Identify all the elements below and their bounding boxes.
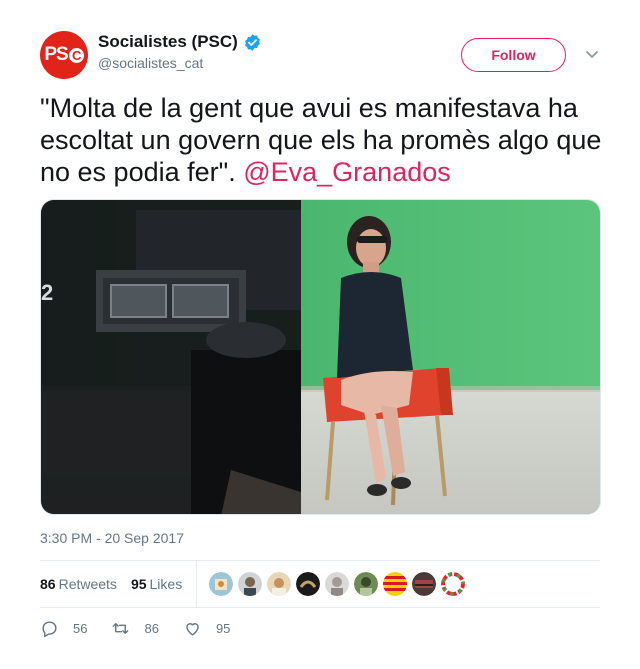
avatar-text-c: C [68,47,84,63]
action-bar: 56 86 95 [40,619,254,638]
liker-avatar-3[interactable] [267,572,292,596]
timestamp[interactable]: 3:30 PM - 20 Sep 2017 [40,530,184,546]
likes-count: 95 [130,576,147,592]
overlay-number: 2 [41,280,53,305]
tweet-text: "Molta de la gent que avui es manifestav… [40,92,610,188]
heart-icon [186,623,199,636]
avatar[interactable]: PS C [40,31,88,79]
liker-avatar-8[interactable] [412,572,437,596]
retweet-count: 86 [144,621,159,636]
handle[interactable]: @socialistes_cat [98,55,262,71]
display-name[interactable]: Socialistes (PSC) [98,32,238,52]
liker-avatar-1[interactable] [209,572,234,596]
liker-avatar-5[interactable] [325,572,350,596]
retweets-stat[interactable]: 86 Retweets [40,576,117,592]
reply-icon [42,621,57,638]
mention-link[interactable]: @Eva_Granados [243,157,451,187]
liker-avatar-7-flag[interactable] [383,572,408,596]
avatar-text: PS [44,44,68,65]
like-button[interactable]: 95 [183,619,230,638]
stats-bar: 86 Retweets 95 Likes [40,561,600,607]
tweet-photo[interactable]: 2 [40,199,601,515]
chevron-down-icon[interactable] [584,46,600,62]
likes-label: Likes [149,576,183,592]
retweet-icon [113,623,129,634]
liker-avatars [209,572,466,596]
liker-avatar-2[interactable] [238,572,263,596]
divider-bottom [40,607,600,608]
likes-stat[interactable]: 95 Likes [131,576,182,592]
reply-button[interactable]: 56 [40,619,87,638]
follow-button[interactable]: Follow [461,38,566,72]
liker-avatar-4[interactable] [296,572,321,596]
retweets-label: Retweets [58,576,117,592]
retweet-button[interactable]: 86 [111,619,159,638]
retweets-count: 86 [40,576,56,592]
liker-avatar-9[interactable] [441,572,466,596]
like-count: 95 [215,621,231,636]
stats-separator [196,561,198,607]
reply-count: 56 [73,621,88,636]
photo-scene: 2 [41,200,600,514]
account-info: Socialistes (PSC) @socialistes_cat [98,32,262,71]
verified-badge-icon [244,33,260,51]
liker-avatar-6[interactable] [354,572,379,596]
